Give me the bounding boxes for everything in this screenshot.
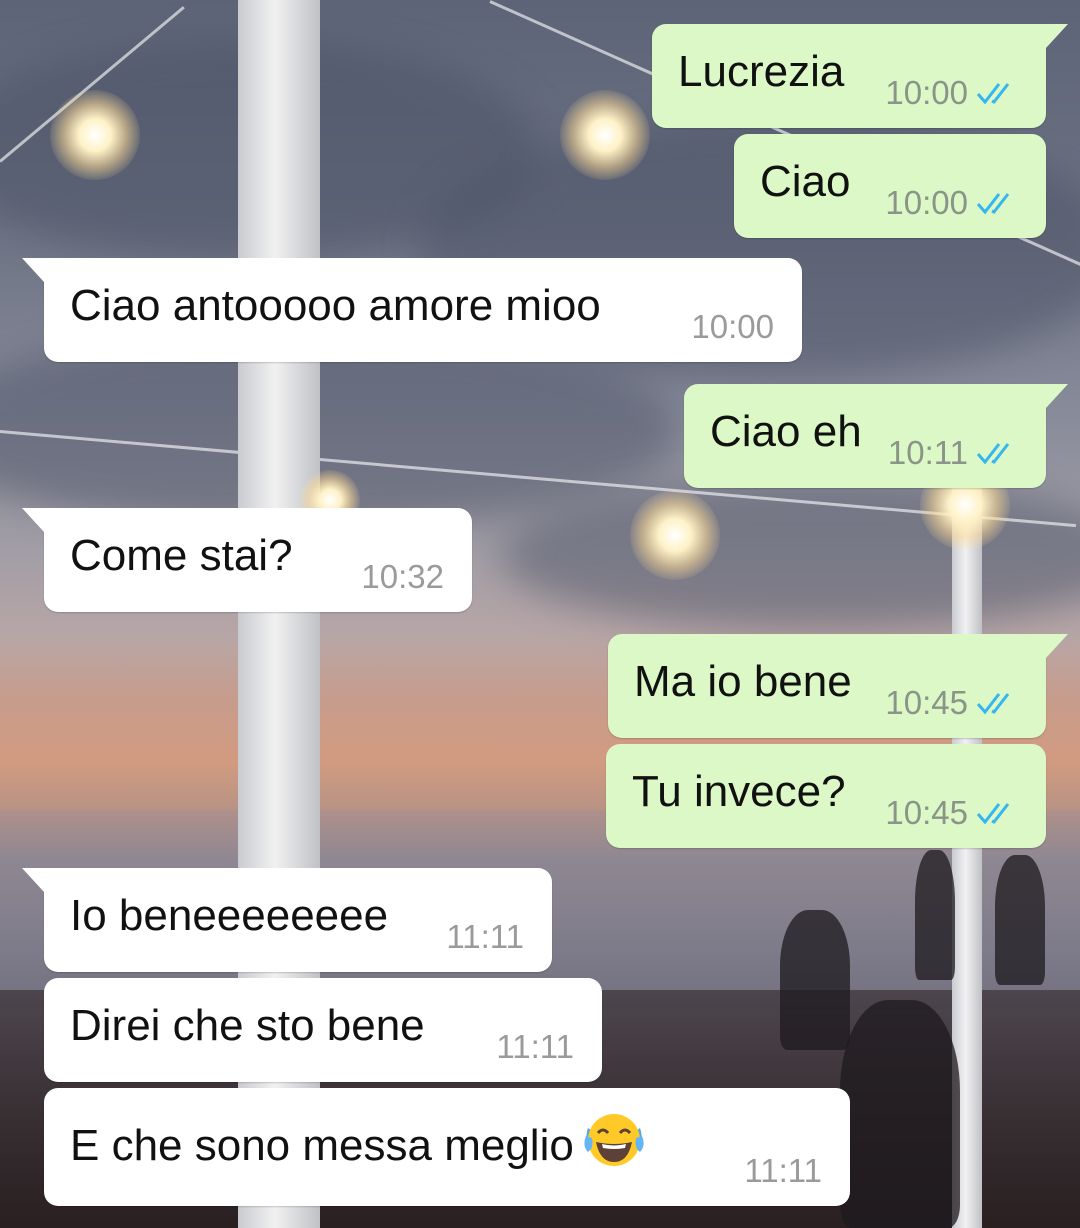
message-meta: 11:11	[744, 1152, 822, 1190]
message-text: Direi che sto bene	[70, 1001, 425, 1050]
message-time: 10:45	[885, 794, 968, 831]
message-time: 10:11	[887, 434, 968, 471]
message-bubble-outgoing[interactable]: Lucrezia 10:00	[652, 24, 1068, 128]
message-meta: 10:00	[691, 308, 774, 346]
double-check-icon	[976, 83, 1010, 105]
message-meta: 10:45	[885, 684, 1020, 722]
message-bubble-incoming[interactable]: Io beneeeeeeee 11:11	[22, 868, 552, 972]
message-time: 10:00	[885, 184, 968, 221]
message-meta: 10:45	[885, 794, 1020, 832]
message-text: Ma io bene	[634, 657, 852, 706]
message-bubble-incoming[interactable]: E che sono messa meglio 11:11	[44, 1088, 850, 1206]
message-bubble-outgoing[interactable]: Ciao eh 10:11	[684, 384, 1068, 488]
message-meta: 10:32	[361, 558, 444, 596]
message-time: 11:11	[496, 1028, 574, 1065]
message-time: 10:00	[885, 74, 968, 111]
double-check-icon	[976, 693, 1010, 715]
message-text: Come stai?	[70, 531, 293, 580]
message-text: Io beneeeeeeee	[70, 891, 389, 940]
message-text: Lucrezia	[678, 47, 845, 96]
message-bubble-outgoing[interactable]: Tu invece? 10:45	[606, 744, 1046, 848]
message-time: 10:32	[361, 558, 444, 595]
message-meta: 10:00	[885, 184, 1020, 222]
message-meta: 11:11	[446, 918, 524, 956]
message-bubble-outgoing[interactable]: Ciao 10:00	[734, 134, 1046, 238]
message-text: Ciao eh	[710, 407, 862, 456]
message-list[interactable]: Lucrezia 10:00 Ciao 10:00 Ciao antooooo …	[0, 0, 1080, 1228]
message-text-row: E che sono messa meglio	[70, 1110, 646, 1173]
message-text: Tu invece?	[632, 767, 846, 816]
message-time: 11:11	[446, 918, 524, 955]
message-time: 10:00	[691, 308, 774, 345]
double-check-icon	[976, 803, 1010, 825]
message-meta: 11:11	[496, 1028, 574, 1066]
message-meta: 10:11	[888, 434, 1020, 472]
tears-of-joy-emoji-icon	[584, 1114, 644, 1166]
message-time: 11:11	[744, 1152, 822, 1189]
message-time: 10:45	[885, 684, 968, 721]
chat-screen: Lucrezia 10:00 Ciao 10:00 Ciao antooooo …	[0, 0, 1080, 1228]
message-text: E che sono messa meglio	[70, 1121, 574, 1170]
double-check-icon	[976, 443, 1010, 465]
message-meta: 10:00	[885, 74, 1020, 112]
message-bubble-incoming[interactable]: Ciao antooooo amore mioo 10:00	[22, 258, 802, 362]
double-check-icon	[976, 193, 1010, 215]
message-bubble-outgoing[interactable]: Ma io bene 10:45	[608, 634, 1068, 738]
message-bubble-incoming[interactable]: Direi che sto bene 11:11	[44, 978, 602, 1082]
message-text: Ciao	[760, 157, 851, 206]
message-bubble-incoming[interactable]: Come stai? 10:32	[22, 508, 472, 612]
message-text: Ciao antooooo amore mioo	[70, 281, 601, 330]
